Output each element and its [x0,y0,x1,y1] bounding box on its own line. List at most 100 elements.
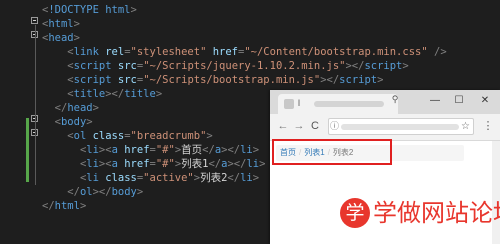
minimize-button[interactable]: — [426,92,444,110]
tab-title-blurred [314,101,384,107]
code-token: >< [98,158,112,170]
code-token: "stylesheet" [130,46,213,58]
code-token: script [339,74,378,86]
code-token: "~/Scripts/bootstrap.min.js" [143,74,321,86]
code-token: body [60,116,87,128]
code-token: link [73,46,106,58]
code-token: script [364,60,403,72]
code-token: html [54,200,80,212]
code-token: > [136,186,144,198]
code-line: <title></title> [42,87,162,101]
back-button[interactable]: ← [276,119,290,133]
code-token: > [252,144,260,156]
watermark-badge: 学 [340,198,370,228]
code-token: > [130,4,137,16]
code-token: ></ [320,74,340,86]
code-token: li [240,172,253,184]
tab-bar: l ⚲ — ☐ ✕ [270,90,500,114]
code-token: >< [98,144,112,156]
code-token: html [48,18,74,30]
code-token: </ [42,200,55,212]
star-icon[interactable]: ☆ [461,119,470,134]
person-icon[interactable]: ⚲ [390,94,400,104]
code-token: body [111,186,137,198]
code-token: li [240,144,253,156]
reload-button[interactable]: C [308,119,322,133]
red-highlight-box [272,139,392,165]
code-token: "~/Content/bootstrap.min.css" [244,46,428,58]
code-line: </head> [42,101,99,115]
code-line: <html> [42,17,80,31]
code-token: li [86,144,99,156]
browser-tab[interactable]: l [278,94,398,114]
code-token: li [86,172,106,184]
code-line: <li class="active">列表2</li> [42,171,259,185]
code-line: <script src="~/Scripts/jquery-1.10.2.min… [42,59,408,73]
code-token: "active" [143,172,194,184]
url-blurred [341,124,459,130]
code-token: > [252,172,260,184]
code-token: ></ [92,186,112,198]
code-token: > [92,102,99,114]
code-token: </ [227,172,241,184]
code-token: a [111,144,125,156]
code-token: > [86,116,93,128]
fold-html-icon[interactable] [31,17,38,24]
code-token: a [111,158,125,170]
forward-button[interactable]: → [292,119,306,133]
code-token: href [124,144,150,156]
code-line: <li><a href="#">列表1</a></li> [42,157,265,171]
info-icon[interactable]: ⓘ [330,119,339,134]
code-token: !DOCTYPE html [48,4,131,16]
close-button[interactable]: ✕ [476,92,494,110]
code-line: <li><a href="#">首页</a></li> [42,143,259,157]
code-token: 列表1 [181,158,209,170]
menu-button[interactable]: ⋮ [482,119,494,133]
browser-toolbar: ← → C ⓘ ☆ ⋮ [270,114,500,141]
code-token: script [73,60,118,72]
code-token: </ [67,186,80,198]
code-token: > [79,200,87,212]
code-line: <!DOCTYPE html> [42,3,137,17]
page-icon [284,99,294,109]
code-token: head [67,102,93,114]
code-token: ></ [345,60,365,72]
code-token: 首页 [181,144,203,156]
code-token: > [259,158,266,170]
code-line: <link rel="stylesheet" href="~/Content/b… [42,45,446,59]
tab-title: l [298,98,300,108]
code-line: </html> [42,199,86,213]
code-token: > [206,130,213,142]
scrollbar[interactable] [492,141,500,244]
code-token: src [117,74,137,86]
code-token: title [124,88,156,100]
code-token: ></ [221,144,241,156]
code-token: "#" [155,144,175,156]
watermark-text: 学做网站论坛 [373,199,500,227]
maximize-button[interactable]: ☐ [450,92,468,110]
code-token: </ [54,102,68,114]
code-token: > [377,74,384,86]
code-token: href [212,46,239,58]
code-line: </ol></body> [42,185,143,199]
code-line: <head> [42,31,80,45]
code-token: ol [79,186,93,198]
code-token: > [73,32,80,44]
code-token: li [86,158,99,170]
code-token: </ [202,144,215,156]
code-token: class [105,172,137,184]
code-token: script [73,74,118,86]
address-bar[interactable]: ⓘ ☆ [328,118,474,135]
code-token: </ [208,158,222,170]
code-token: head [48,32,74,44]
